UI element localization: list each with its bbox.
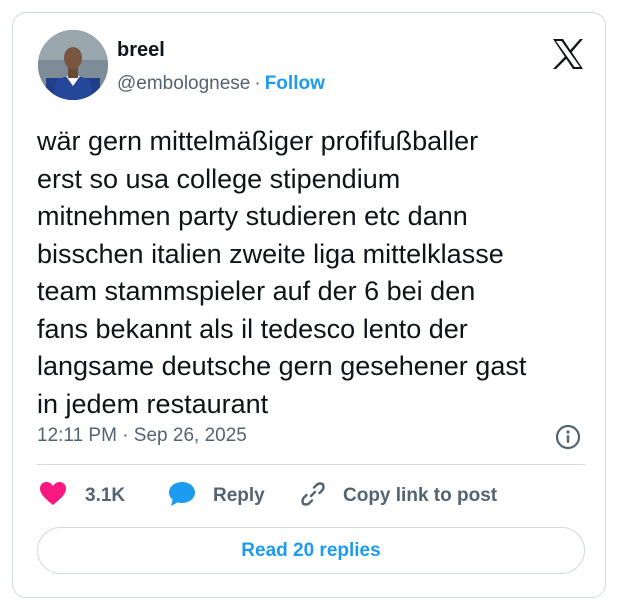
tweet-card: breel @embolognese · Follow wär gern mitte… [12, 12, 606, 598]
reply-button[interactable]: Reply [167, 480, 265, 512]
info-icon[interactable] [554, 423, 582, 451]
avatar[interactable] [38, 30, 108, 100]
author-handle[interactable]: @embolognese [117, 73, 250, 94]
author-display-name[interactable]: breel [117, 39, 165, 62]
read-replies-button[interactable]: Read 20 replies [37, 527, 585, 574]
heart-icon [39, 481, 67, 512]
x-logo-icon[interactable] [551, 37, 585, 71]
tweet-timestamp[interactable]: 12:11 PM · Sep 26, 2025 [37, 425, 247, 447]
copy-link-label: Copy link to post [343, 485, 498, 506]
link-icon [299, 480, 327, 513]
reply-label: Reply [213, 485, 265, 506]
handle-separator: · [254, 73, 261, 94]
like-count: 3.1K [85, 485, 126, 506]
speech-bubble-icon [167, 480, 197, 513]
follow-button[interactable]: Follow [265, 73, 325, 94]
divider [37, 464, 585, 465]
author-handle-row: @embolognese · Follow [117, 73, 325, 95]
like-button[interactable]: 3.1K [39, 480, 125, 512]
copy-link-button[interactable]: Copy link to post [299, 480, 497, 512]
tweet-text: wär gern mittelmäßiger profifußballer er… [37, 126, 527, 419]
